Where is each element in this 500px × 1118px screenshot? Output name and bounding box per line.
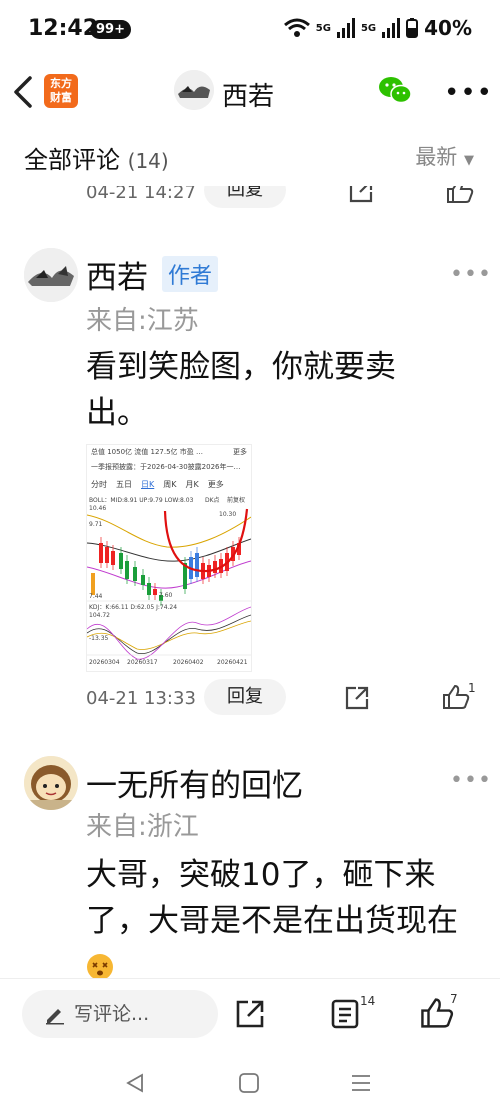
caret-down-icon: ▼ xyxy=(464,153,474,168)
system-nav-bar xyxy=(0,1048,500,1118)
candle-body xyxy=(147,583,151,595)
comments-title-text: 全部评论 xyxy=(24,146,120,174)
sort-label: 最新 xyxy=(415,145,458,169)
sort-dropdown[interactable]: 最新 ▼ xyxy=(415,141,474,171)
notification-badge: 99+ xyxy=(90,20,131,39)
comment-content-2-text: 大哥，突破10了，砸下来了，大哥是不是在出货现在 xyxy=(86,857,458,939)
nav-menu-icon[interactable] xyxy=(350,1072,372,1094)
like-count: 1 xyxy=(468,681,476,695)
chart-label-mid: 9.71 xyxy=(89,521,103,528)
chart-tab: 更多 xyxy=(207,480,224,489)
chart-date-label: 20260421 xyxy=(217,659,248,666)
comment-input-placeholder: 写评论... xyxy=(74,1003,150,1025)
chart-date-label: 20260304 xyxy=(89,659,120,666)
header-title: 西若 xyxy=(222,82,275,112)
comment-time: 04-21 13:33 xyxy=(86,688,196,709)
chart-label-top: 10.46 xyxy=(89,505,107,512)
chart-kdj-bottom: -13.35 xyxy=(89,635,109,642)
like-icon[interactable] xyxy=(442,684,470,710)
chart-label-min: 7.60 xyxy=(159,592,173,599)
status-bar: 12:42 99+ 5G 5G 40% xyxy=(0,0,500,60)
bottom-comment-count: 14 xyxy=(360,994,376,1008)
candle-body xyxy=(99,543,103,563)
chart-canvas xyxy=(87,508,251,660)
comment-content-2: 大哥，突破10了，砸下来了，大哥是不是在出货现在 xyxy=(86,852,468,978)
comment-more-icon-2[interactable]: ••• xyxy=(450,768,492,793)
logo-line-2: 财富 xyxy=(50,91,72,104)
reply-button[interactable]: 回复 xyxy=(204,679,286,715)
candle-body xyxy=(91,573,95,595)
signal-icon xyxy=(336,18,355,38)
network-label-1: 5G xyxy=(315,22,331,34)
candle-body xyxy=(125,561,129,579)
cartoon-avatar-icon xyxy=(24,756,78,810)
nav-home-icon[interactable] xyxy=(238,1072,260,1094)
comment-location: 来自:江苏 xyxy=(86,306,199,336)
chart-tabs: 分时 五日 日K 周K 月K 更多 xyxy=(91,479,224,490)
chart-header-more: 更多 xyxy=(233,448,247,456)
app-logo[interactable]: 东方 财富 xyxy=(44,74,78,108)
comment-avatar-2[interactable] xyxy=(24,756,78,810)
chart-tab: 日K xyxy=(141,480,155,489)
comment-author-name-2[interactable]: 一无所有的回忆 xyxy=(86,760,303,805)
network-label-2: 5G xyxy=(360,22,377,34)
chart-notice: 一季报预披露：于2026-04-30披露2026年一… xyxy=(91,463,241,471)
candle-body xyxy=(213,561,217,573)
like-icon-bottom[interactable] xyxy=(420,996,454,1030)
chart-date-label: 20260317 xyxy=(127,659,158,666)
candle-body xyxy=(119,553,123,569)
dizzy-face-emoji-icon xyxy=(86,949,114,978)
avatar-image-icon xyxy=(24,248,78,302)
smile-annotation xyxy=(163,508,249,573)
bottom-like-count: 7 xyxy=(450,992,458,1006)
avatar-image-icon xyxy=(174,70,214,110)
wifi-icon xyxy=(283,18,310,37)
status-right: 5G 5G 40% xyxy=(283,16,472,40)
battery-level: 40% xyxy=(424,16,472,40)
comments-title: 全部评论 (14) xyxy=(24,140,169,175)
candle-body xyxy=(133,567,137,581)
author-tag: 作者 xyxy=(162,256,219,292)
author-avatar[interactable] xyxy=(174,70,214,110)
chart-tab: 分时 xyxy=(91,480,107,489)
comment-location-2: 来自:浙江 xyxy=(86,812,199,842)
candle-body xyxy=(105,547,109,563)
back-arrow-icon[interactable] xyxy=(10,74,40,110)
comments-count: (14) xyxy=(127,149,169,173)
chart-tab: 周K xyxy=(163,480,177,489)
chart-tab: 五日 xyxy=(116,480,132,489)
wechat-share-icon[interactable] xyxy=(378,76,412,104)
chart-tab: 月K xyxy=(185,480,199,489)
kdj-j-line xyxy=(87,606,251,660)
more-options-icon[interactable]: ••• xyxy=(444,78,493,108)
comment-content: 看到笑脸图，你就要卖出。 xyxy=(86,349,396,431)
share-icon[interactable] xyxy=(344,685,370,711)
comment-author-name[interactable]: 西若 xyxy=(86,252,148,297)
chart-kdj-top: 104.72 xyxy=(89,612,110,619)
pencil-icon xyxy=(46,1009,64,1025)
comment-more-icon[interactable]: ••• xyxy=(450,262,492,287)
status-time: 12:42 xyxy=(28,16,99,41)
candle-body xyxy=(195,553,199,577)
chart-date-label: 20260402 xyxy=(173,659,204,666)
chart-header-text: 总值 1050亿 流值 127.5亿 市盈 … xyxy=(91,448,203,456)
chart-kdj: KDJ：K:66.11 D:62.05 J:74.24 xyxy=(89,604,178,611)
candle-body xyxy=(111,551,115,565)
signal-icon-2 xyxy=(382,18,401,38)
candle-body xyxy=(153,589,157,595)
logo-line-1: 东方 xyxy=(50,77,72,90)
comment-chart-image[interactable]: 总值 1050亿 流值 127.5亿 市盈 … 更多 一季报预披露：于2026-… xyxy=(86,444,252,672)
kdj-k-line xyxy=(87,614,251,655)
chart-label-last-high: 10.30 xyxy=(219,511,237,518)
battery-icon xyxy=(406,18,419,38)
comment-avatar[interactable] xyxy=(24,248,78,302)
chart-label-low: 7.44 xyxy=(89,593,103,600)
share-icon-bottom[interactable] xyxy=(234,998,266,1030)
nav-back-icon[interactable] xyxy=(124,1072,146,1094)
candle-body xyxy=(141,575,145,585)
comments-icon[interactable] xyxy=(330,998,360,1030)
